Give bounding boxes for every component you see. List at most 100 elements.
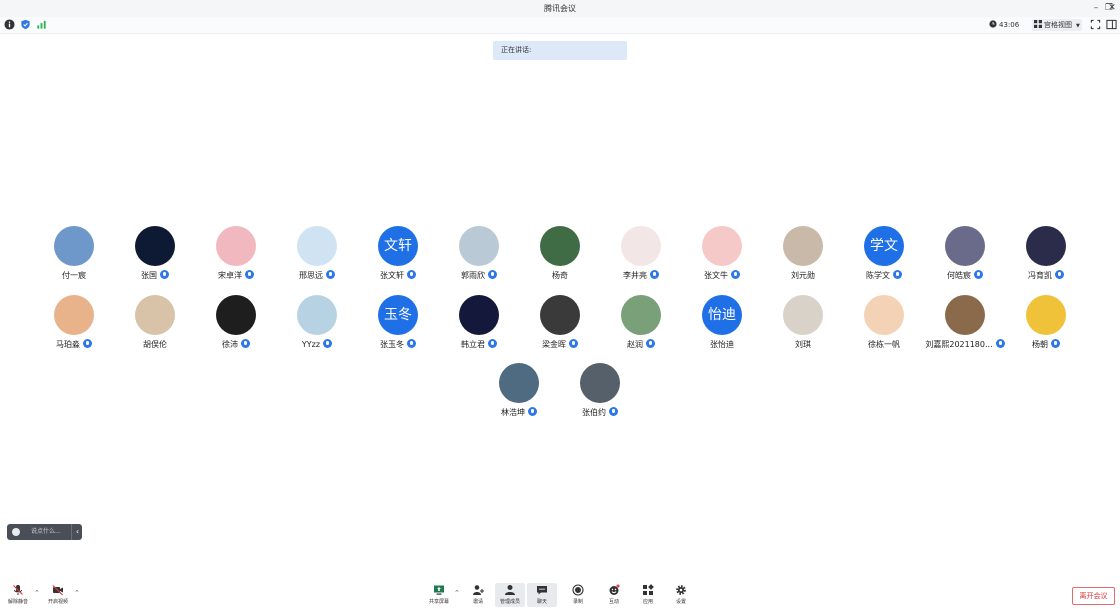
avatar — [945, 226, 985, 266]
avatar — [702, 226, 742, 266]
record-label: 录制 — [572, 599, 583, 605]
invite-button[interactable]: 邀请 — [463, 583, 493, 607]
chat-button[interactable]: 聊天 — [527, 583, 557, 607]
info-icon[interactable] — [4, 19, 15, 30]
participant-name: 刘元勋 — [791, 271, 815, 280]
mic-icon — [1051, 339, 1060, 348]
participant-name-row: 刘嘉熙2021180... — [925, 339, 1005, 350]
share-options-chevron-icon[interactable]: ⌃ — [454, 589, 460, 597]
video-options-chevron-icon[interactable]: ⌃ — [74, 589, 80, 597]
manage-members-button[interactable]: 管理成员 — [495, 583, 525, 607]
unmute-label: 解除静音 — [7, 599, 28, 605]
participant-name-row: 马珀淼 — [34, 339, 114, 350]
participant-name: 徐沛 — [222, 340, 238, 349]
participant-name: 张玉冬 — [380, 340, 404, 349]
mic-icon — [528, 407, 537, 416]
participant-name-row: 张国 — [115, 270, 195, 281]
avatar — [621, 295, 661, 335]
participant-name-row: 何皓宸 — [925, 270, 1005, 281]
chat-label: 聊天 — [536, 599, 547, 605]
avatar — [1026, 226, 1066, 266]
chat-input-bubble[interactable]: 说点什么... ‹ — [7, 524, 82, 540]
participant-name: 张怡迪 — [710, 340, 734, 349]
participant-name-row: 韩立君 — [439, 339, 519, 350]
participant-name-row: 林浩坤 — [479, 407, 559, 418]
collapse-chevron-icon[interactable]: ‹ — [71, 524, 83, 540]
participant-name: 冯育凯 — [1028, 271, 1052, 280]
avatar — [540, 295, 580, 335]
participant-name: 李井亮 — [623, 271, 647, 280]
mic-icon — [646, 339, 655, 348]
avatar — [135, 226, 175, 266]
audio-options-chevron-icon[interactable]: ⌃ — [34, 589, 40, 597]
participant-name-row: 杨奇 — [520, 270, 600, 281]
mic-icon — [1055, 270, 1064, 279]
settings-label: 设置 — [675, 599, 686, 605]
participant-name: 付一宸 — [62, 271, 86, 280]
record-button[interactable]: 录制 — [563, 583, 593, 607]
avatar — [297, 226, 337, 266]
settings-button[interactable]: 设置 — [666, 583, 696, 607]
avatar — [216, 226, 256, 266]
apps-button[interactable]: 应用 — [633, 583, 663, 607]
participant-name-row: 张怡迪 — [682, 339, 762, 350]
mic-muted-icon — [13, 585, 23, 595]
participant-name-row: 梁金晖 — [520, 339, 600, 350]
shield-icon[interactable] — [20, 19, 31, 30]
participant-name-row: 徐沛 — [196, 339, 276, 350]
avatar — [540, 226, 580, 266]
start-video-label: 开启视频 — [47, 599, 68, 605]
participant-name-row: 陈学文 — [844, 270, 924, 281]
view-mode-label: 宫格视图 — [1044, 21, 1072, 29]
apps-icon — [643, 584, 654, 595]
speaking-label: 正在讲话: — [501, 46, 532, 54]
participant-name: YYzz — [301, 340, 321, 349]
meeting-timer: 43:06 — [989, 19, 1019, 31]
participant-name: 邢思远 — [299, 271, 323, 280]
participant-name-row: 徐栋一帆 — [844, 339, 924, 350]
reactions-button[interactable]: 互动 — [599, 583, 629, 607]
participant-name-row: 张玉冬 — [358, 339, 438, 350]
participant-name: 梁金晖 — [542, 340, 566, 349]
signal-icon[interactable] — [36, 19, 47, 30]
view-mode-dropdown[interactable]: 宫格视图 ▼ — [1032, 19, 1082, 31]
participant-name: 张文轩 — [380, 271, 404, 280]
manage-members-label: 管理成员 — [499, 599, 520, 605]
share-screen-button[interactable]: 共享屏幕 — [424, 583, 454, 607]
mic-icon — [569, 339, 578, 348]
share-screen-icon — [434, 585, 444, 595]
participant-name: 杨朝 — [1032, 340, 1048, 349]
share-screen-label: 共享屏幕 — [428, 599, 449, 605]
participant-name: 赵润 — [627, 340, 643, 349]
mic-icon — [650, 270, 659, 279]
meeting-status-bar: 43:06 宫格视图 ▼ — [0, 17, 1120, 34]
mic-icon — [407, 339, 416, 348]
emoji-icon[interactable] — [12, 528, 20, 536]
participant-name: 马珀淼 — [56, 340, 80, 349]
participant-name: 张伯约 — [582, 408, 606, 417]
mic-icon — [609, 407, 618, 416]
avatar — [54, 226, 94, 266]
avatar — [783, 295, 823, 335]
participant-name: 杨奇 — [552, 271, 568, 280]
avatar — [621, 226, 661, 266]
grid-icon — [1034, 20, 1042, 28]
fullscreen-icon[interactable] — [1090, 19, 1101, 30]
gear-icon — [676, 585, 686, 595]
participant-name: 刘嘉熙2021180... — [925, 340, 993, 349]
participant-name-row: 邢思远 — [277, 270, 357, 281]
participant-name: 胡俣伦 — [143, 340, 167, 349]
start-video-button[interactable]: 开启视频 — [43, 583, 73, 607]
participant-name-row: 冯育凯 — [1006, 270, 1086, 281]
participant-name: 宋卓洋 — [218, 271, 242, 280]
minimize-button[interactable]: – — [1090, 2, 1102, 14]
sidebar-toggle-icon[interactable] — [1106, 19, 1117, 30]
timer-text: 43:06 — [999, 21, 1020, 29]
close-button[interactable]: ✕ — [1106, 2, 1118, 14]
reaction-icon — [609, 584, 620, 595]
unmute-button[interactable]: 解除静音 — [3, 583, 33, 607]
avatar — [864, 295, 904, 335]
participant-name: 徐栋一帆 — [868, 340, 900, 349]
leave-meeting-button[interactable]: 离开会议 — [1072, 587, 1115, 605]
avatar: 玉冬 — [378, 295, 418, 335]
